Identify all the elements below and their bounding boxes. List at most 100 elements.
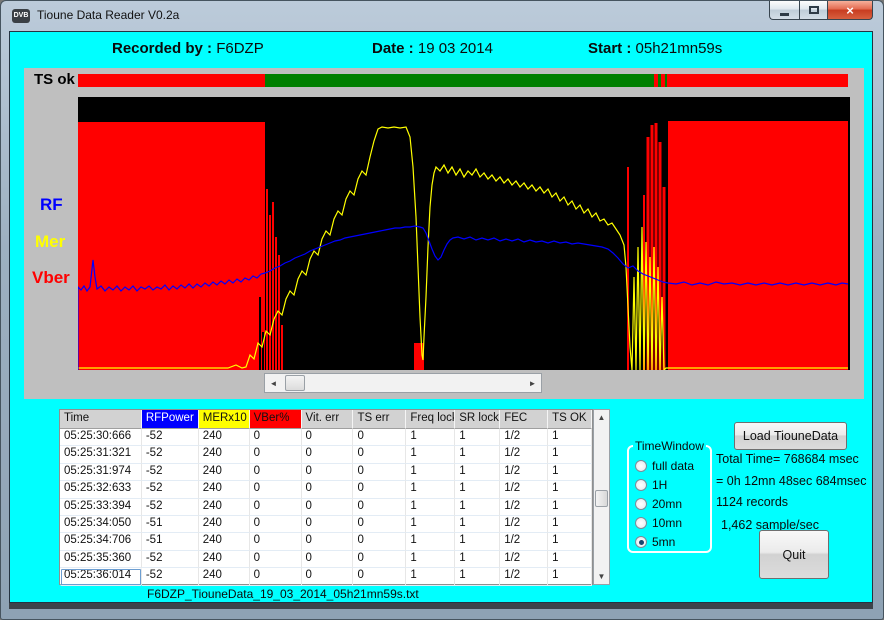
table-row[interactable]: 05:25:35:360-52240000111/21 <box>60 551 592 568</box>
table-cell: 1 <box>548 499 592 516</box>
table-scrollbar-thumb[interactable] <box>595 490 608 507</box>
table-cell: 0 <box>302 446 354 463</box>
table-cell: 05:25:30:666 <box>60 429 142 446</box>
table-cell: -52 <box>142 429 199 446</box>
quit-button[interactable]: Quit <box>759 530 829 579</box>
title-bar[interactable]: DVB Tioune Data Reader V0.2a × <box>1 1 883 31</box>
table-cell: 0 <box>250 499 302 516</box>
table-row[interactable]: 05:25:34:050-51240000111/21 <box>60 516 592 533</box>
radio-icon[interactable] <box>635 479 647 491</box>
signal-plot <box>78 97 850 370</box>
ts-segment <box>78 74 265 87</box>
data-table: TimeRFPowerMERx10VBer%Vit. errTS errFreq… <box>59 409 593 585</box>
table-vertical-scrollbar[interactable]: ▲ ▼ <box>593 409 610 585</box>
table-cell: 240 <box>199 516 250 533</box>
close-button[interactable]: × <box>828 1 873 20</box>
loaded-filename: F6DZP_TiouneData_19_03_2014_05h21mn59s.t… <box>147 587 419 601</box>
total-time-hms: = 0h 12mn 48sec 684msec <box>716 474 876 489</box>
table-cell: 0 <box>353 533 406 550</box>
column-header[interactable]: SR lock <box>455 410 500 429</box>
table-cell: 0 <box>353 499 406 516</box>
radio-icon[interactable] <box>635 536 647 548</box>
table-row[interactable]: 05:25:30:666-52240000111/21 <box>60 429 592 446</box>
load-tiounedata-button[interactable]: Load TiouneData <box>734 422 847 450</box>
column-header[interactable]: MERx10 <box>199 410 250 429</box>
window-controls: × <box>769 1 873 20</box>
scrollbar-track[interactable] <box>282 374 524 392</box>
radio-icon[interactable] <box>635 498 647 510</box>
radio-label: 10mn <box>652 516 682 530</box>
scroll-down-icon[interactable]: ▼ <box>594 569 609 584</box>
table-row[interactable]: 05:25:33:394-52240000111/21 <box>60 499 592 516</box>
radio-label: full data <box>652 459 694 473</box>
table-cell: 1 <box>455 568 500 585</box>
radio-icon[interactable] <box>635 517 647 529</box>
column-header[interactable]: Vit. err <box>302 410 354 429</box>
column-header[interactable]: TS err <box>353 410 406 429</box>
table-cell: 1 <box>455 481 500 498</box>
column-header[interactable]: FEC <box>500 410 548 429</box>
maximize-icon <box>809 6 819 14</box>
table-row[interactable]: 05:25:31:321-52240000111/21 <box>60 446 592 463</box>
time-window-options: full data 1H 20mn 10mn 5mn <box>633 457 706 550</box>
column-header[interactable]: TS OK <box>548 410 592 429</box>
vber-series-label: Vber <box>32 268 70 288</box>
table-cell: -52 <box>142 464 199 481</box>
scrollbar-thumb[interactable] <box>285 375 305 391</box>
radio-icon[interactable] <box>635 460 647 472</box>
column-header[interactable]: Freq lock <box>406 410 455 429</box>
record-count: 1124 records <box>716 495 876 510</box>
table-cell: -52 <box>142 551 199 568</box>
table-cell: 1 <box>406 464 455 481</box>
table-cell: 0 <box>302 464 354 481</box>
table-cell: 1 <box>548 429 592 446</box>
table-cell: 0 <box>353 481 406 498</box>
rf-series-label: RF <box>40 195 63 215</box>
table-cell: 0 <box>250 429 302 446</box>
table-cell: -52 <box>142 446 199 463</box>
scroll-up-icon[interactable]: ▲ <box>594 410 609 425</box>
table-row[interactable]: 05:25:36:014-52240000111/21 <box>60 568 592 585</box>
table-cell: 0 <box>302 429 354 446</box>
total-time-msec: Total Time= 768684 msec <box>716 452 876 467</box>
table-cell: 1 <box>548 481 592 498</box>
scroll-left-icon[interactable]: ◄ <box>265 374 282 392</box>
stats-block: Total Time= 768684 msec = 0h 12mn 48sec … <box>716 452 876 539</box>
chart-panel: TS ok RF Mer Vber ◄ ► <box>24 68 864 399</box>
table-cell: 240 <box>199 499 250 516</box>
time-window-option-20mn[interactable]: 20mn <box>635 495 706 512</box>
table-cell: 0 <box>250 568 302 585</box>
time-window-option-full-data[interactable]: full data <box>635 457 706 474</box>
time-window-option-1H[interactable]: 1H <box>635 476 706 493</box>
minimize-button[interactable] <box>769 1 799 20</box>
scroll-right-icon[interactable]: ► <box>524 374 541 392</box>
table-cell: 0 <box>353 446 406 463</box>
table-cell: -52 <box>142 481 199 498</box>
table-row[interactable]: 05:25:34:706-51240000111/21 <box>60 533 592 550</box>
table-cell: 240 <box>199 481 250 498</box>
table-cell: 240 <box>199 568 250 585</box>
column-header[interactable]: RFPower <box>142 410 199 429</box>
table-row[interactable]: 05:25:32:633-52240000111/21 <box>60 481 592 498</box>
date-label: Date : <box>372 40 414 57</box>
table-cell: 1/2 <box>500 568 548 585</box>
start-label: Start : <box>588 40 631 57</box>
table-cell: 0 <box>353 568 406 585</box>
chart-horizontal-scrollbar[interactable]: ◄ ► <box>264 373 542 393</box>
maximize-button[interactable] <box>799 1 828 20</box>
table-cell: 1 <box>548 464 592 481</box>
table-cell: 240 <box>199 551 250 568</box>
table-cell: -52 <box>142 499 199 516</box>
recorded-by-value: F6DZP <box>216 40 264 57</box>
table-row[interactable]: 05:25:31:974-52240000111/21 <box>60 464 592 481</box>
table-cell: 0 <box>302 516 354 533</box>
time-window-option-10mn[interactable]: 10mn <box>635 514 706 531</box>
column-header[interactable]: Time <box>60 410 142 429</box>
close-icon: × <box>846 3 854 18</box>
ts-ok-label: TS ok <box>34 71 75 88</box>
table-cell: 240 <box>199 446 250 463</box>
time-window-option-5mn[interactable]: 5mn <box>635 533 706 550</box>
table-cell: 0 <box>250 516 302 533</box>
column-header[interactable]: VBer% <box>250 410 302 429</box>
date-value: 19 03 2014 <box>418 40 493 57</box>
